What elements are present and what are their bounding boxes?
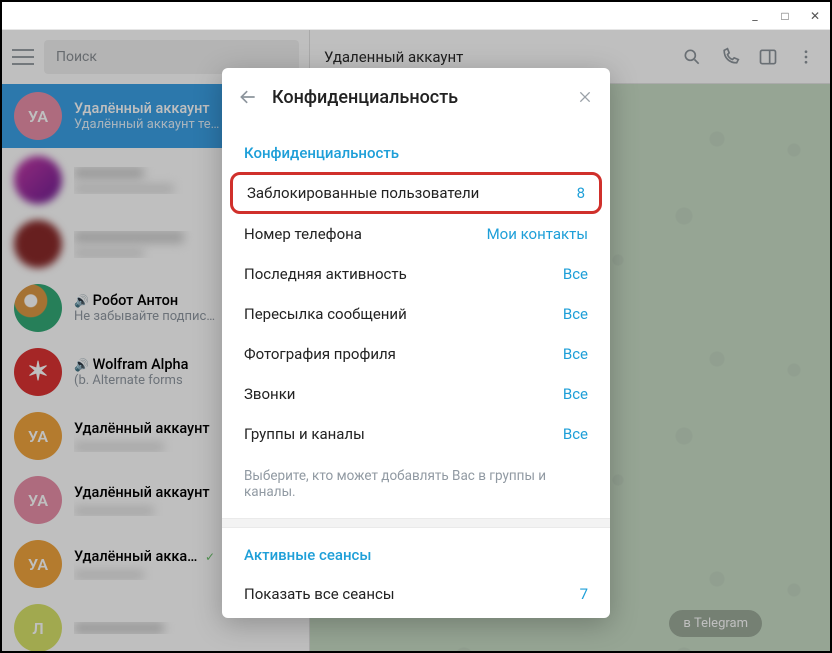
- row-label: Звонки: [244, 385, 295, 403]
- close-icon[interactable]: [576, 88, 594, 106]
- row-value: 8: [577, 184, 585, 202]
- row-value: Все: [563, 385, 588, 403]
- row-value: 7: [580, 585, 588, 603]
- row-label: Фотография профиля: [244, 345, 396, 363]
- close-button[interactable]: ✕: [808, 9, 822, 23]
- titlebar: _ □ ✕: [2, 2, 830, 30]
- modal-title: Конфиденциальность: [272, 87, 562, 108]
- row-value: Все: [563, 345, 588, 363]
- row-value: Все: [563, 305, 588, 323]
- row-value: Все: [563, 425, 588, 443]
- row-forwarding[interactable]: Пересылка сообщений Все: [222, 294, 610, 334]
- row-value: Все: [563, 265, 588, 283]
- minimize-button[interactable]: _: [748, 9, 762, 23]
- hint-groups: Выберите, кто может добавлять Вас в груп…: [222, 454, 610, 518]
- hint-sessions: Управление сеансами на других устройства…: [222, 614, 610, 618]
- back-icon[interactable]: [238, 87, 258, 107]
- privacy-modal: Конфиденциальность Конфиденциальность За…: [222, 68, 610, 618]
- section-sessions: Активные сеансы: [222, 528, 610, 574]
- row-phone-number[interactable]: Номер телефона Мои контакты: [222, 214, 610, 254]
- maximize-button[interactable]: □: [778, 9, 792, 23]
- row-label: Пересылка сообщений: [244, 305, 407, 323]
- modal-overlay[interactable]: Конфиденциальность Конфиденциальность За…: [2, 30, 830, 651]
- row-calls[interactable]: Звонки Все: [222, 374, 610, 414]
- row-profile-photo[interactable]: Фотография профиля Все: [222, 334, 610, 374]
- modal-header: Конфиденциальность: [222, 68, 610, 126]
- row-label: Группы и каналы: [244, 425, 365, 443]
- row-value: Мои контакты: [487, 225, 588, 243]
- section-privacy: Конфиденциальность: [222, 126, 610, 172]
- divider: [222, 518, 610, 528]
- row-blocked-users[interactable]: Заблокированные пользователи 8: [230, 172, 602, 214]
- row-label: Заблокированные пользователи: [247, 184, 479, 202]
- window-frame: _ □ ✕ Поиск УА Удалённый аккаунт Удалённ…: [0, 0, 832, 653]
- modal-body: Конфиденциальность Заблокированные польз…: [222, 126, 610, 618]
- row-label: Показать все сеансы: [244, 585, 394, 603]
- row-label: Номер телефона: [244, 225, 362, 243]
- row-label: Последняя активность: [244, 265, 407, 283]
- row-groups[interactable]: Группы и каналы Все: [222, 414, 610, 454]
- row-last-seen[interactable]: Последняя активность Все: [222, 254, 610, 294]
- row-show-sessions[interactable]: Показать все сеансы 7: [222, 574, 610, 614]
